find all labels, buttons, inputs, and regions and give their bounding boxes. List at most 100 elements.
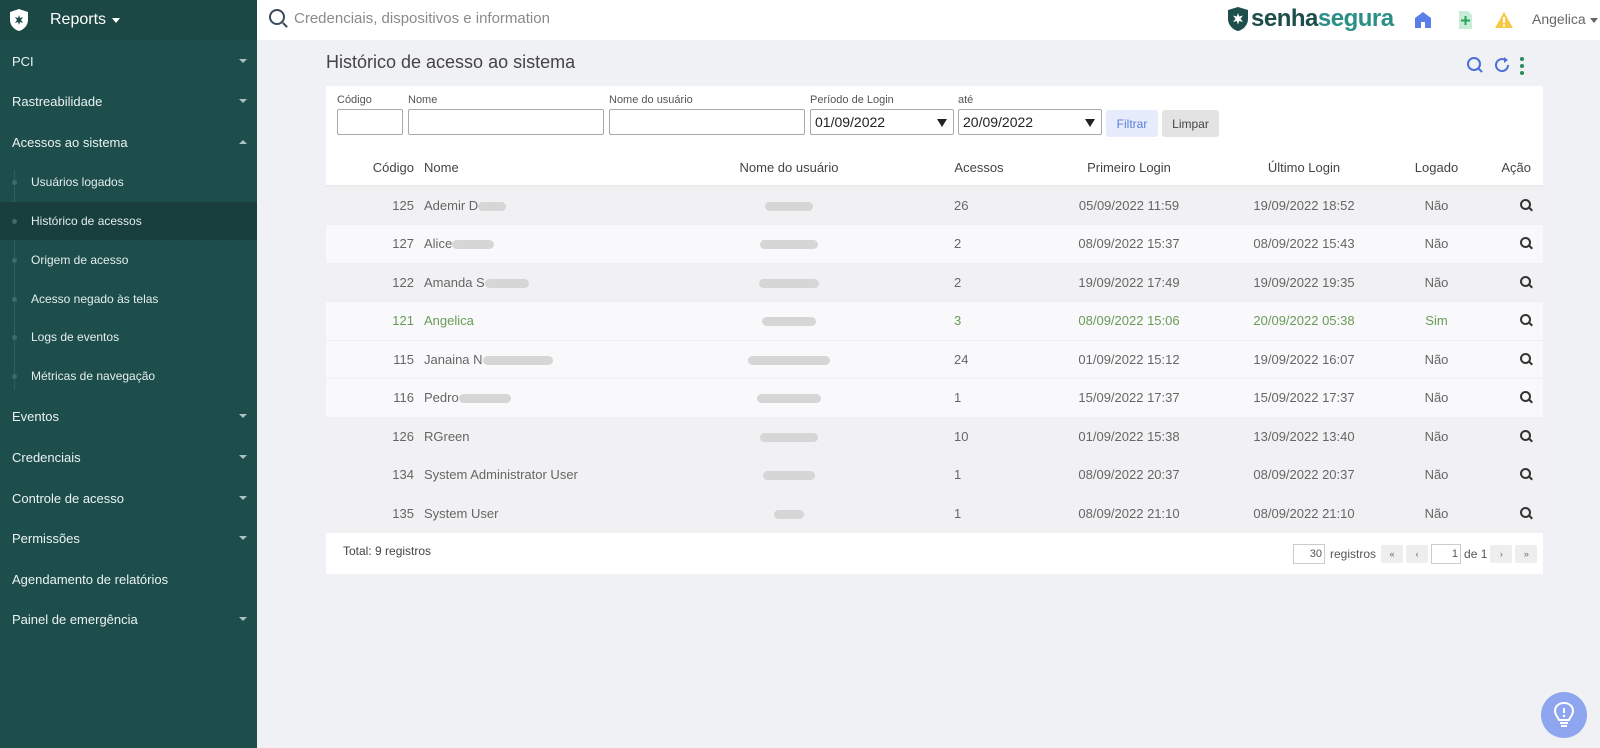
view-details-icon[interactable]: [1520, 352, 1531, 364]
cell-accesses: 1: [899, 378, 1059, 417]
help-button[interactable]: [1541, 692, 1587, 738]
sidebar-subitem-acesso-negado[interactable]: Acesso negado às telas: [0, 280, 257, 318]
cell-action: [1464, 455, 1543, 494]
cell-username: [679, 224, 899, 263]
sidebar-item-label: Acessos ao sistema: [12, 134, 128, 150]
cell-accesses: 26: [899, 185, 1059, 225]
add-document-icon[interactable]: [1455, 10, 1475, 30]
cell-logged: Não: [1409, 339, 1464, 379]
table-row[interactable]: 126 RGreen 10 01/09/2022 15:38 13/09/202…: [326, 416, 1543, 456]
first-page-button[interactable]: «: [1381, 545, 1404, 563]
sidebar-item-credenciais[interactable]: Credenciais: [0, 438, 257, 476]
column-header-accesses[interactable]: Acessos: [899, 150, 1059, 186]
chevron-down-icon: [239, 59, 247, 63]
sidebar-subitem-historico-de-acessos[interactable]: Histórico de acessos: [0, 202, 257, 240]
filter-button[interactable]: Filtrar: [1106, 110, 1158, 137]
sidebar-subitem-metricas-de-navegacao[interactable]: Métricas de navegação: [0, 357, 257, 395]
brand-name-part1: senha: [1251, 5, 1318, 32]
sidebar-item-eventos[interactable]: Eventos: [0, 397, 257, 435]
brand-logo[interactable]: senhasegura: [1227, 5, 1394, 33]
chevron-down-icon: [1589, 17, 1598, 23]
sidebar-subitem-label: Origem de acesso: [31, 253, 129, 267]
cell-accesses: 3: [899, 301, 1059, 340]
table-row[interactable]: 116 Pedro 1 15/09/2022 17:37 15/09/2022 …: [326, 378, 1543, 417]
table-row[interactable]: 115 Janaina N 24 01/09/2022 15:12 19/09/…: [326, 339, 1543, 379]
table-row[interactable]: 134 System Administrator User 1 08/09/20…: [326, 455, 1543, 494]
period-to-select[interactable]: 20/09/2022: [958, 109, 1102, 135]
name-filter-input[interactable]: [408, 109, 604, 135]
cell-last-login: 08/09/2022 21:10: [1199, 493, 1409, 533]
view-details-icon[interactable]: [1520, 237, 1531, 249]
more-vertical-icon[interactable]: [1518, 56, 1526, 76]
code-filter-label: Código: [337, 94, 372, 106]
table-row[interactable]: 127 Alice 2 08/09/2022 15:37 08/09/2022 …: [326, 224, 1543, 263]
code-filter-input[interactable]: [337, 109, 403, 135]
sidebar-item-label: Painel de emergência: [12, 611, 138, 627]
sidebar-item-pci[interactable]: PCI: [0, 42, 257, 80]
cell-code: 116: [326, 378, 422, 417]
column-header-logged[interactable]: Logado: [1409, 150, 1464, 186]
warning-icon[interactable]: [1494, 10, 1514, 30]
sidebar-subitem-usuarios-logados[interactable]: Usuários logados: [0, 163, 257, 201]
page-size-input[interactable]: 30: [1293, 544, 1325, 564]
user-name: Angelica: [1532, 11, 1586, 27]
user-menu[interactable]: Angelica: [1532, 11, 1598, 27]
view-details-icon[interactable]: [1520, 507, 1531, 518]
access-history-table: Código Nome Nome do usuário Acessos Prim…: [326, 150, 1543, 533]
cell-logged: Não: [1409, 224, 1464, 263]
view-details-icon[interactable]: [1520, 429, 1531, 441]
column-header-name[interactable]: Nome: [422, 150, 679, 186]
bullet-icon: [12, 180, 17, 185]
column-header-last-login[interactable]: Último Login: [1199, 150, 1409, 186]
chevron-down-icon: [239, 455, 247, 459]
sidebar-item-permissoes[interactable]: Permissões: [0, 519, 257, 557]
cell-name: Angelica: [422, 301, 679, 340]
table-row-current-user[interactable]: 121 Angelica 3 08/09/2022 15:06 20/09/20…: [326, 301, 1543, 340]
view-details-icon[interactable]: [1520, 275, 1531, 287]
sidebar-subitem-origem-de-acesso[interactable]: Origem de acesso: [0, 241, 257, 279]
shield-logo-icon: [10, 9, 28, 31]
column-header-first-login[interactable]: Primeiro Login: [1059, 150, 1199, 186]
sidebar-item-label: Agendamento de relatórios: [12, 571, 169, 587]
table-row[interactable]: 135 System User 1 08/09/2022 21:10 08/09…: [326, 493, 1543, 533]
global-search-input[interactable]: [294, 6, 694, 30]
cell-name: Alice: [422, 224, 679, 263]
next-page-button[interactable]: ›: [1490, 545, 1513, 563]
username-filter-input[interactable]: [609, 109, 805, 135]
cell-first-login: 15/09/2022 17:37: [1059, 378, 1199, 417]
sidebar-header[interactable]: Reports: [0, 0, 257, 40]
view-details-icon[interactable]: [1520, 314, 1531, 326]
previous-page-button[interactable]: ‹: [1406, 545, 1429, 563]
search-icon[interactable]: [1466, 56, 1484, 74]
redacted-text: [458, 394, 511, 404]
search-icon[interactable]: [269, 9, 285, 25]
cell-first-login: 08/09/2022 15:06: [1059, 301, 1199, 340]
table-row[interactable]: 122 Amanda S 2 19/09/2022 17:49 19/09/20…: [326, 262, 1543, 302]
cell-name: Ademir D: [422, 185, 679, 225]
home-icon[interactable]: [1413, 10, 1433, 30]
period-from-select[interactable]: 01/09/2022: [810, 109, 954, 135]
sidebar-item-label: Credenciais: [12, 449, 81, 465]
cell-last-login: 08/09/2022 20:37: [1199, 455, 1409, 494]
sidebar-item-agendamento[interactable]: Agendamento de relatórios: [0, 560, 257, 598]
cell-logged: Não: [1409, 493, 1464, 533]
table-row[interactable]: 125 Ademir D 26 05/09/2022 11:59 19/09/2…: [326, 185, 1543, 225]
bullet-icon: [12, 335, 17, 340]
view-details-icon[interactable]: [1520, 391, 1531, 403]
clear-button[interactable]: Limpar: [1162, 110, 1219, 137]
page-number-input[interactable]: 1: [1431, 544, 1462, 564]
view-details-icon[interactable]: [1520, 468, 1531, 480]
column-header-username[interactable]: Nome do usuário: [679, 150, 899, 186]
view-details-icon[interactable]: [1520, 199, 1531, 210]
cell-action: [1464, 339, 1543, 379]
sidebar-item-painel-de-emergencia[interactable]: Painel de emergência: [0, 600, 257, 638]
refresh-icon[interactable]: [1493, 56, 1511, 74]
sidebar-subitem-logs-de-eventos[interactable]: Logs de eventos: [0, 318, 257, 356]
sidebar-item-controle-de-acesso[interactable]: Controle de acesso: [0, 479, 257, 517]
sidebar-item-acessos-ao-sistema[interactable]: Acessos ao sistema: [0, 123, 257, 161]
last-page-button[interactable]: »: [1515, 545, 1538, 563]
sidebar-item-rastreabilidade[interactable]: Rastreabilidade: [0, 82, 257, 120]
column-header-code[interactable]: Código: [326, 150, 422, 186]
bullet-icon: [12, 258, 17, 263]
chevron-down-icon: [239, 617, 247, 621]
